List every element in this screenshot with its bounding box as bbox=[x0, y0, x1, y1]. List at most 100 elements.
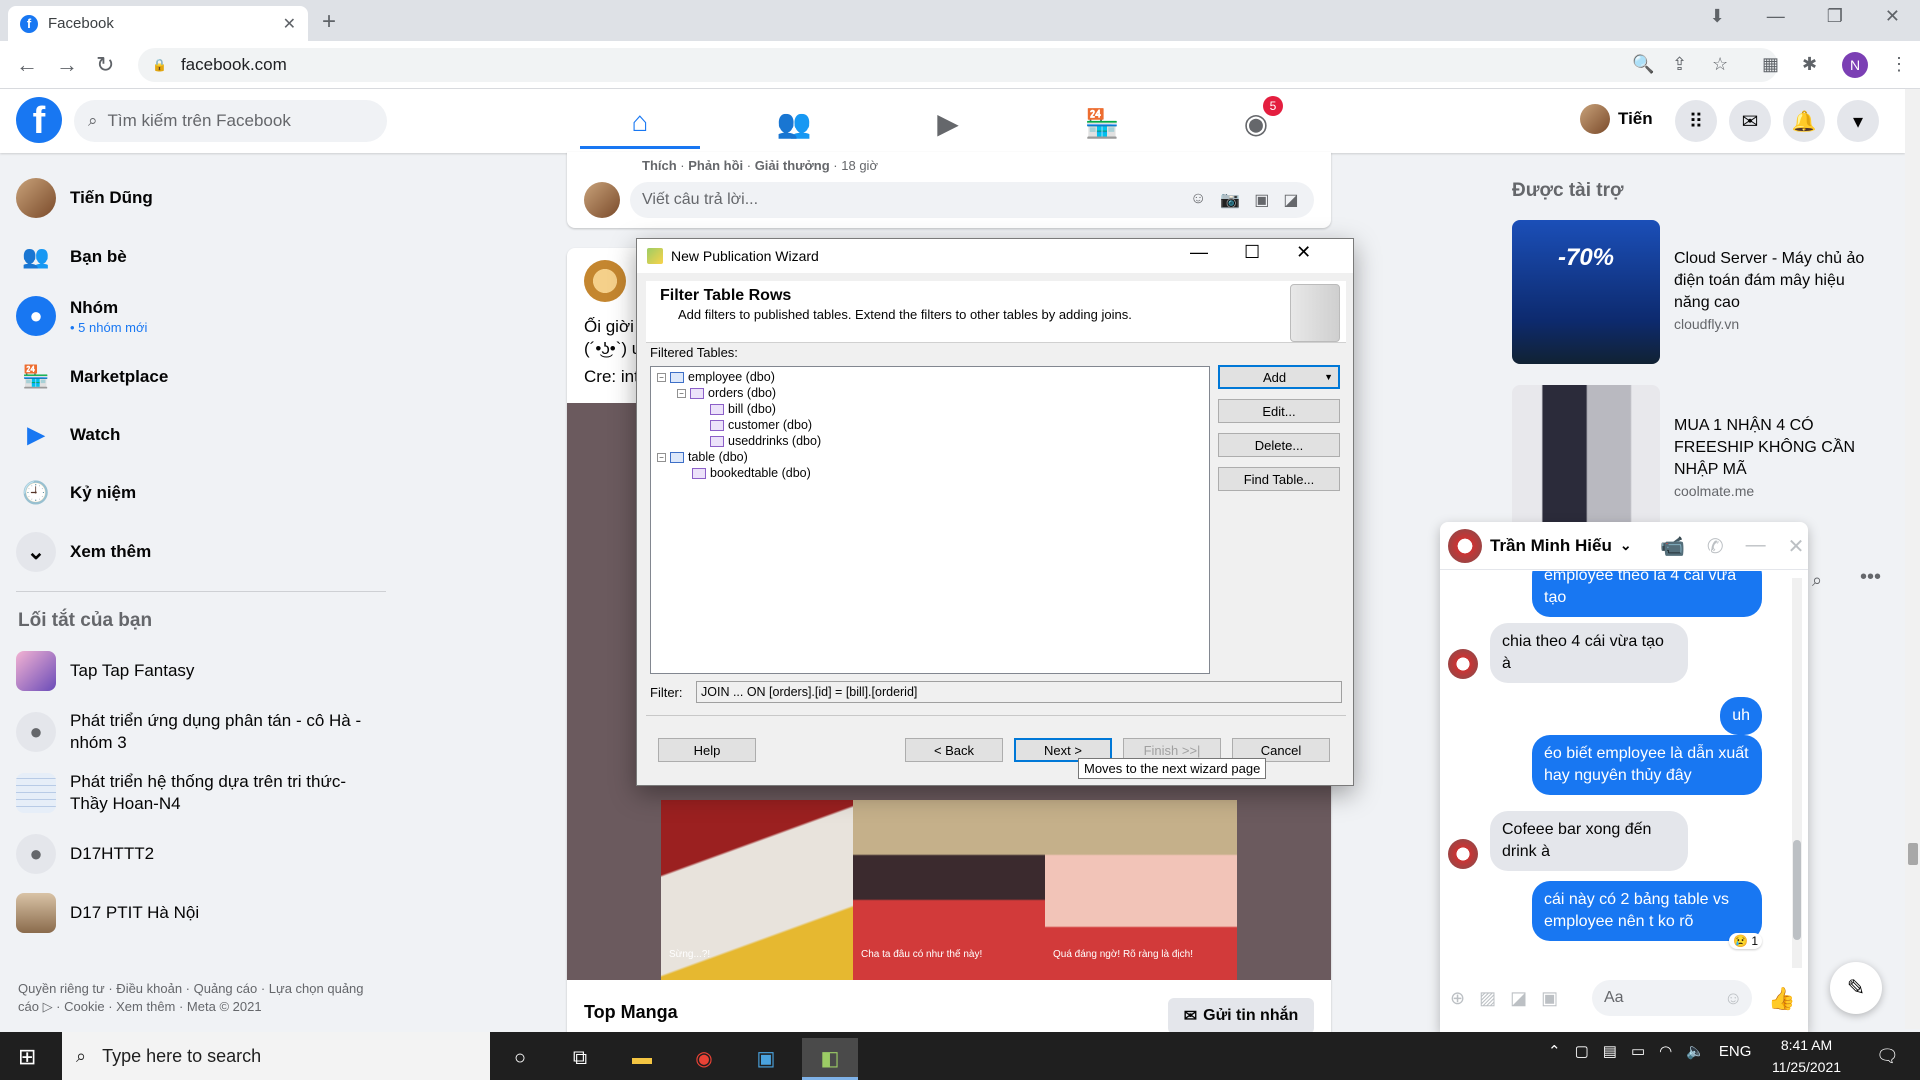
wifi-icon[interactable]: ◠ bbox=[1659, 1042, 1672, 1060]
reply-link[interactable]: Phản hồi bbox=[688, 158, 743, 173]
contacts-search-icon[interactable]: ⌕ bbox=[1812, 570, 1822, 591]
shortcut-item[interactable]: ● D17HTTT2 bbox=[16, 834, 154, 874]
sidebar-item-friends[interactable]: 👥 Bạn bè bbox=[16, 237, 126, 277]
facebook-search-input[interactable]: ⌕ Tìm kiếm trên Facebook bbox=[74, 100, 387, 142]
file-explorer-icon[interactable]: ▬ bbox=[618, 1038, 666, 1078]
back-arrow-icon[interactable]: ← bbox=[16, 52, 38, 78]
language-indicator[interactable]: ENG bbox=[1719, 1043, 1752, 1060]
profile-shortcut[interactable]: Tiến bbox=[1580, 104, 1653, 134]
shortcut-item[interactable]: Phát triển hệ thống dựa trên tri thức- T… bbox=[16, 771, 386, 815]
chrome-icon[interactable]: ◉ bbox=[680, 1038, 728, 1078]
image-icon[interactable]: ▨ bbox=[1479, 988, 1496, 1009]
chevron-down-icon[interactable]: ⌄ bbox=[1620, 537, 1632, 554]
sticker-icon[interactable]: ◪ bbox=[1283, 190, 1298, 210]
forward-arrow-icon[interactable]: → bbox=[56, 52, 78, 78]
action-center-icon[interactable]: 🗨 bbox=[1876, 1046, 1899, 1067]
nav-home-icon[interactable]: ⌂ bbox=[580, 97, 700, 149]
camera-icon[interactable]: 📷 bbox=[1220, 190, 1240, 210]
tree-node[interactable]: − orders (dbo) bbox=[657, 385, 1209, 401]
facebook-logo[interactable]: f bbox=[16, 97, 62, 143]
emoji-icon[interactable]: ☺ bbox=[1724, 988, 1742, 1009]
tree-node[interactable]: − employee (dbo) bbox=[657, 369, 1209, 385]
shortcut-item[interactable]: D17 PTIT Hà Nội bbox=[16, 893, 199, 933]
tab-close-icon[interactable]: ✕ bbox=[283, 14, 296, 34]
account-chevron-icon[interactable]: ▾ bbox=[1837, 100, 1879, 142]
sticker-icon[interactable]: ◪ bbox=[1510, 988, 1527, 1009]
task-view-icon[interactable]: ⧉ bbox=[556, 1038, 604, 1078]
menu-kebab-icon[interactable]: ⋮ bbox=[1890, 54, 1908, 75]
sidebar-item-watch[interactable]: ▶ Watch bbox=[16, 415, 121, 455]
wizard-app-icon[interactable]: ◧ bbox=[806, 1038, 854, 1078]
collapse-icon[interactable]: − bbox=[677, 388, 686, 398]
sidebar-item-profile[interactable]: Tiến Dũng bbox=[16, 178, 153, 218]
share-icon[interactable]: ⇪ bbox=[1672, 54, 1687, 75]
zoom-icon[interactable]: 🔍 bbox=[1632, 54, 1654, 75]
tray-app-icon[interactable]: ▢ bbox=[1575, 1042, 1589, 1060]
help-button[interactable]: Help bbox=[658, 738, 756, 762]
ad-item[interactable]: -70% Cloud Server - Máy chủ ảo điện toán… bbox=[1512, 220, 1884, 364]
page-scrollbar[interactable] bbox=[1905, 89, 1920, 1029]
profile-dropdown-icon[interactable]: ⬇ bbox=[1710, 6, 1725, 27]
restore-icon[interactable]: ❐ bbox=[1827, 6, 1843, 27]
address-bar[interactable]: 🔒 facebook.com bbox=[138, 48, 1778, 82]
sidebar-item-see-more[interactable]: ⌄ Xem thêm bbox=[16, 532, 151, 572]
minimize-chat-icon[interactable]: — bbox=[1746, 534, 1766, 559]
windows-start-icon[interactable]: ⊞ bbox=[18, 1044, 36, 1070]
filter-field[interactable]: JOIN ... ON [orders].[id] = [bill].[orde… bbox=[696, 681, 1342, 703]
gif-icon[interactable]: ▣ bbox=[1541, 988, 1558, 1009]
add-button[interactable]: Add ▼ bbox=[1218, 365, 1340, 389]
nav-watch-icon[interactable]: ▶ bbox=[888, 97, 1008, 149]
phone-icon[interactable]: ✆ bbox=[1707, 534, 1724, 559]
thumbs-up-icon[interactable]: 👍 bbox=[1768, 986, 1795, 1012]
plus-icon[interactable]: ⊕ bbox=[1450, 988, 1465, 1009]
close-chat-icon[interactable]: ✕ bbox=[1788, 534, 1805, 559]
sidebar-item-memories[interactable]: 🕘 Kỷ niệm bbox=[16, 473, 136, 513]
minimize-icon[interactable]: — bbox=[1190, 242, 1208, 263]
new-tab-button[interactable]: + bbox=[322, 8, 336, 36]
photos-icon[interactable]: ▣ bbox=[742, 1038, 790, 1078]
chevron-up-icon[interactable]: ⌃ bbox=[1548, 1042, 1561, 1060]
tree-node[interactable]: customer (dbo) bbox=[657, 417, 1209, 433]
tray-app-icon[interactable]: ▤ bbox=[1603, 1042, 1617, 1060]
contacts-more-icon[interactable]: ••• bbox=[1860, 566, 1881, 589]
emoji-icon[interactable]: ☺ bbox=[1190, 190, 1206, 210]
edit-button[interactable]: Edit... bbox=[1218, 399, 1340, 423]
chat-scrollbar-thumb[interactable] bbox=[1793, 840, 1801, 940]
find-table-button[interactable]: Find Table... bbox=[1218, 467, 1340, 491]
filtered-tables-tree[interactable]: − employee (dbo) − orders (dbo) bill (dbo)… bbox=[650, 366, 1210, 674]
video-call-icon[interactable]: 📹 bbox=[1660, 534, 1685, 559]
collapse-icon[interactable]: − bbox=[657, 452, 666, 462]
puzzle-extensions-icon[interactable]: ✱ bbox=[1802, 54, 1817, 75]
volume-icon[interactable]: 🔈 bbox=[1686, 1042, 1705, 1060]
send-message-button[interactable]: ✉ Gửi tin nhắn bbox=[1168, 998, 1314, 1034]
close-icon[interactable]: ✕ bbox=[1885, 6, 1900, 27]
collapse-icon[interactable]: − bbox=[657, 372, 666, 382]
award-link[interactable]: Giải thưởng bbox=[755, 158, 830, 173]
shortcut-item[interactable]: Tap Tap Fantasy bbox=[16, 651, 194, 691]
maximize-icon[interactable]: ☐ bbox=[1244, 242, 1260, 263]
delete-button[interactable]: Delete... bbox=[1218, 433, 1340, 457]
sidebar-item-groups[interactable]: ● Nhóm • 5 nhóm mới bbox=[16, 296, 147, 336]
like-link[interactable]: Thích bbox=[642, 158, 677, 173]
nav-marketplace-icon[interactable]: 🏪 bbox=[1042, 97, 1162, 149]
tree-node[interactable]: − table (dbo) bbox=[657, 449, 1209, 465]
tree-node[interactable]: bookedtable (dbo) bbox=[657, 465, 1209, 481]
notifications-bell-icon[interactable]: 🔔 bbox=[1783, 100, 1825, 142]
browser-tab[interactable]: f Facebook ✕ bbox=[8, 6, 308, 41]
browser-profile-avatar[interactable]: N bbox=[1842, 52, 1868, 78]
extension-icon[interactable]: ▦ bbox=[1762, 54, 1779, 75]
page-scrollbar-thumb[interactable] bbox=[1908, 843, 1918, 865]
nav-groups-icon[interactable]: ◉ bbox=[1196, 97, 1316, 149]
minimize-icon[interactable]: — bbox=[1767, 6, 1785, 27]
sidebar-item-marketplace[interactable]: 🏪 Marketplace bbox=[16, 357, 168, 397]
close-icon[interactable]: ✕ bbox=[1296, 242, 1311, 263]
footer-links[interactable]: Quyền riêng tư · Điều khoản · Quảng cáo … bbox=[18, 980, 378, 1016]
new-message-icon[interactable]: ✎ bbox=[1830, 962, 1882, 1014]
message-reaction[interactable]: 😢 1 bbox=[1729, 933, 1762, 949]
cortana-icon[interactable]: ○ bbox=[496, 1038, 544, 1078]
messenger-icon[interactable]: ✉ bbox=[1729, 100, 1771, 142]
tree-node[interactable]: useddrinks (dbo) bbox=[657, 433, 1209, 449]
battery-icon[interactable]: ▭ bbox=[1631, 1042, 1645, 1060]
taskbar-clock[interactable]: 8:41 AM 11/25/2021 bbox=[1772, 1034, 1841, 1078]
tree-node[interactable]: bill (dbo) bbox=[657, 401, 1209, 417]
